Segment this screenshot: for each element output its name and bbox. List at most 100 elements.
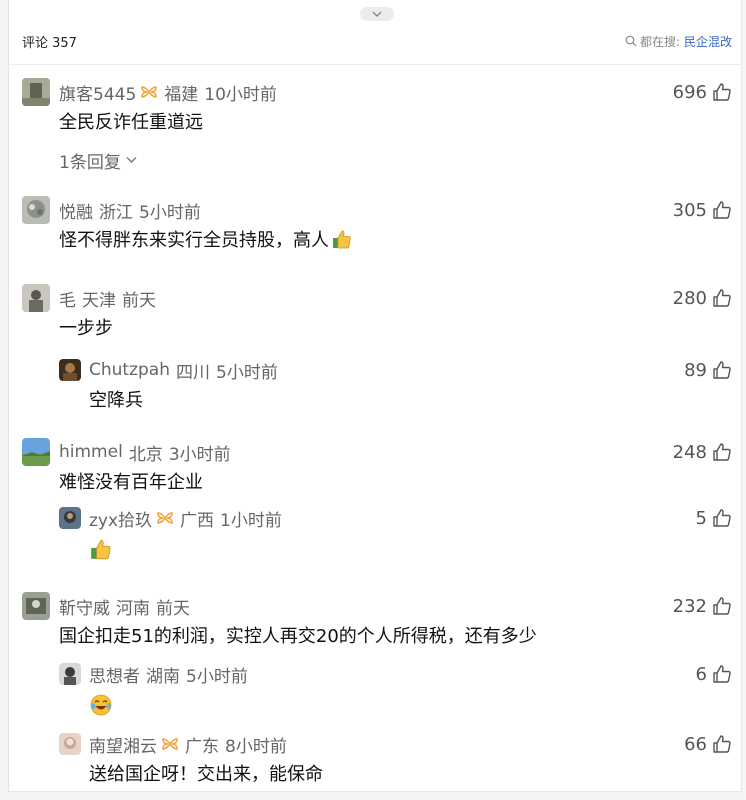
like-count: 305 (672, 199, 707, 221)
thumb-up-icon (713, 665, 731, 683)
thumb-up-icon (713, 509, 731, 527)
thumbs-up-emoji (333, 230, 351, 249)
timestamp: 5小时前 (139, 202, 201, 223)
avatar[interactable] (22, 284, 50, 312)
reply-text: 送给国企呀！交出来，能保命 (89, 764, 323, 785)
comment-item: himmel 北京 3小时前 248 难怪没有百年企业 zyx拾玖 广西 1小时… (22, 436, 732, 590)
username[interactable]: Chutzpah (89, 360, 170, 380)
comments-header: 评论 357 都在搜: 民企混改 (22, 28, 732, 54)
like-count: 248 (672, 441, 707, 463)
reply-text (89, 534, 732, 564)
timestamp: 5小时前 (186, 666, 248, 687)
region: 湖南 (146, 666, 180, 687)
like-button[interactable]: 66 (684, 734, 732, 755)
thumb-up-icon (713, 361, 731, 379)
like-button[interactable]: 280 (673, 288, 732, 309)
avatar[interactable] (59, 663, 81, 685)
timestamp: 3小时前 (168, 444, 231, 465)
comment-text: 国企扣走51的利润，实控人再交20的个人所得税，还有多少 (59, 626, 537, 647)
region: 广西 (180, 510, 215, 531)
reply-item: zyx拾玖 广西 1小时前 5 (59, 502, 732, 564)
timestamp: 5小时前 (216, 362, 278, 383)
username[interactable]: 靳守威 (59, 594, 110, 619)
comment-text: 怪不得胖东来实行全员持股，高人 (59, 226, 732, 256)
thumb-up-icon (713, 289, 731, 307)
like-button[interactable]: 5 (696, 508, 732, 529)
like-button[interactable]: 232 (673, 596, 732, 617)
comment-list: 旗客5445 福建 10小时前 696 全民反诈任重道远 1条回复 悦融 浙江 … (0, 76, 746, 790)
region: 河南 (116, 598, 150, 619)
like-button[interactable]: 696 (673, 82, 732, 103)
avatar[interactable] (22, 438, 50, 466)
region: 天津 (82, 290, 116, 311)
vip-badge-icon (156, 511, 174, 525)
username[interactable]: 南望湘云 (89, 732, 157, 757)
like-count: 232 (672, 595, 707, 617)
reply-item: 南望湘云 广东 8小时前 66 送给国企呀！交出来，能保命 (59, 728, 732, 790)
like-count: 66 (684, 733, 707, 755)
comment-item: 毛 天津 前天 280 一步步 Chutzpah 四川 5小时前 89 空降兵 (22, 282, 732, 436)
comment-item: 悦融 浙江 5小时前 305 怪不得胖东来实行全员持股，高人 (22, 194, 732, 282)
like-count: 6 (695, 663, 707, 685)
thumbs-up-emoji (91, 539, 111, 560)
comment-text-body: 怪不得胖东来实行全员持股，高人 (59, 230, 329, 251)
like-count: 89 (684, 359, 707, 381)
search-prefix: 都在搜: (639, 34, 680, 49)
comment-text: 全民反诈任重道远 (59, 112, 203, 133)
like-button[interactable]: 305 (673, 200, 732, 221)
divider (8, 64, 742, 65)
like-button[interactable]: 89 (684, 360, 732, 381)
avatar[interactable] (22, 196, 50, 224)
avatar[interactable] (22, 592, 50, 620)
like-count: 280 (672, 287, 707, 309)
username[interactable]: 思想者 (89, 662, 140, 687)
username[interactable]: himmel (59, 442, 123, 462)
like-button[interactable]: 248 (673, 442, 732, 463)
thumb-up-icon (713, 201, 731, 219)
laughing-crying-emoji (90, 694, 112, 716)
thumb-up-icon (713, 443, 731, 461)
reply-item: Chutzpah 四川 5小时前 89 空降兵 (59, 354, 732, 416)
chevron-down-icon (372, 11, 382, 17)
avatar[interactable] (59, 733, 81, 755)
reply-text (89, 690, 732, 720)
thumb-up-icon (713, 735, 731, 753)
region: 浙江 (99, 202, 133, 223)
thumb-up-icon (713, 83, 731, 101)
reply-item: 思想者 湖南 5小时前 6 (59, 658, 732, 720)
avatar[interactable] (59, 359, 81, 381)
timestamp: 1小时前 (220, 510, 282, 531)
username[interactable]: 毛 (59, 286, 76, 311)
avatar[interactable] (22, 78, 50, 106)
vip-badge-icon (140, 85, 158, 99)
comment-text: 一步步 (59, 318, 113, 339)
username[interactable]: zyx拾玖 (89, 506, 152, 531)
avatar[interactable] (59, 507, 81, 529)
comment-item: 旗客5445 福建 10小时前 696 全民反诈任重道远 1条回复 (22, 76, 732, 194)
region: 广东 (185, 736, 219, 757)
region: 北京 (128, 444, 163, 465)
username[interactable]: 悦融 (59, 198, 93, 223)
trending-search[interactable]: 都在搜: 民企混改 (625, 33, 732, 50)
bottom-bar (8, 791, 742, 800)
search-icon (625, 35, 637, 47)
username[interactable]: 旗客5445 (59, 80, 136, 105)
timestamp: 前天 (122, 290, 156, 311)
vip-badge-icon (161, 737, 179, 751)
timestamp: 10小时前 (204, 84, 277, 105)
comment-item: 靳守威 河南 前天 232 国企扣走51的利润，实控人再交20的个人所得税，还有… (22, 590, 732, 790)
region: 福建 (164, 84, 199, 105)
collapse-handle[interactable] (360, 7, 394, 21)
region: 四川 (176, 362, 210, 383)
comment-text: 难怪没有百年企业 (59, 472, 203, 493)
search-keyword[interactable]: 民企混改 (684, 33, 732, 50)
like-count: 696 (672, 81, 707, 103)
like-button[interactable]: 6 (696, 664, 732, 685)
more-replies-label: 1条回复 (59, 152, 121, 173)
comment-count: 评论 357 (22, 35, 77, 51)
thumb-up-icon (713, 597, 731, 615)
like-count: 5 (695, 507, 707, 529)
more-replies-button[interactable]: 1条回复 (59, 144, 732, 176)
chevron-down-icon (126, 157, 137, 163)
timestamp: 前天 (156, 598, 190, 619)
